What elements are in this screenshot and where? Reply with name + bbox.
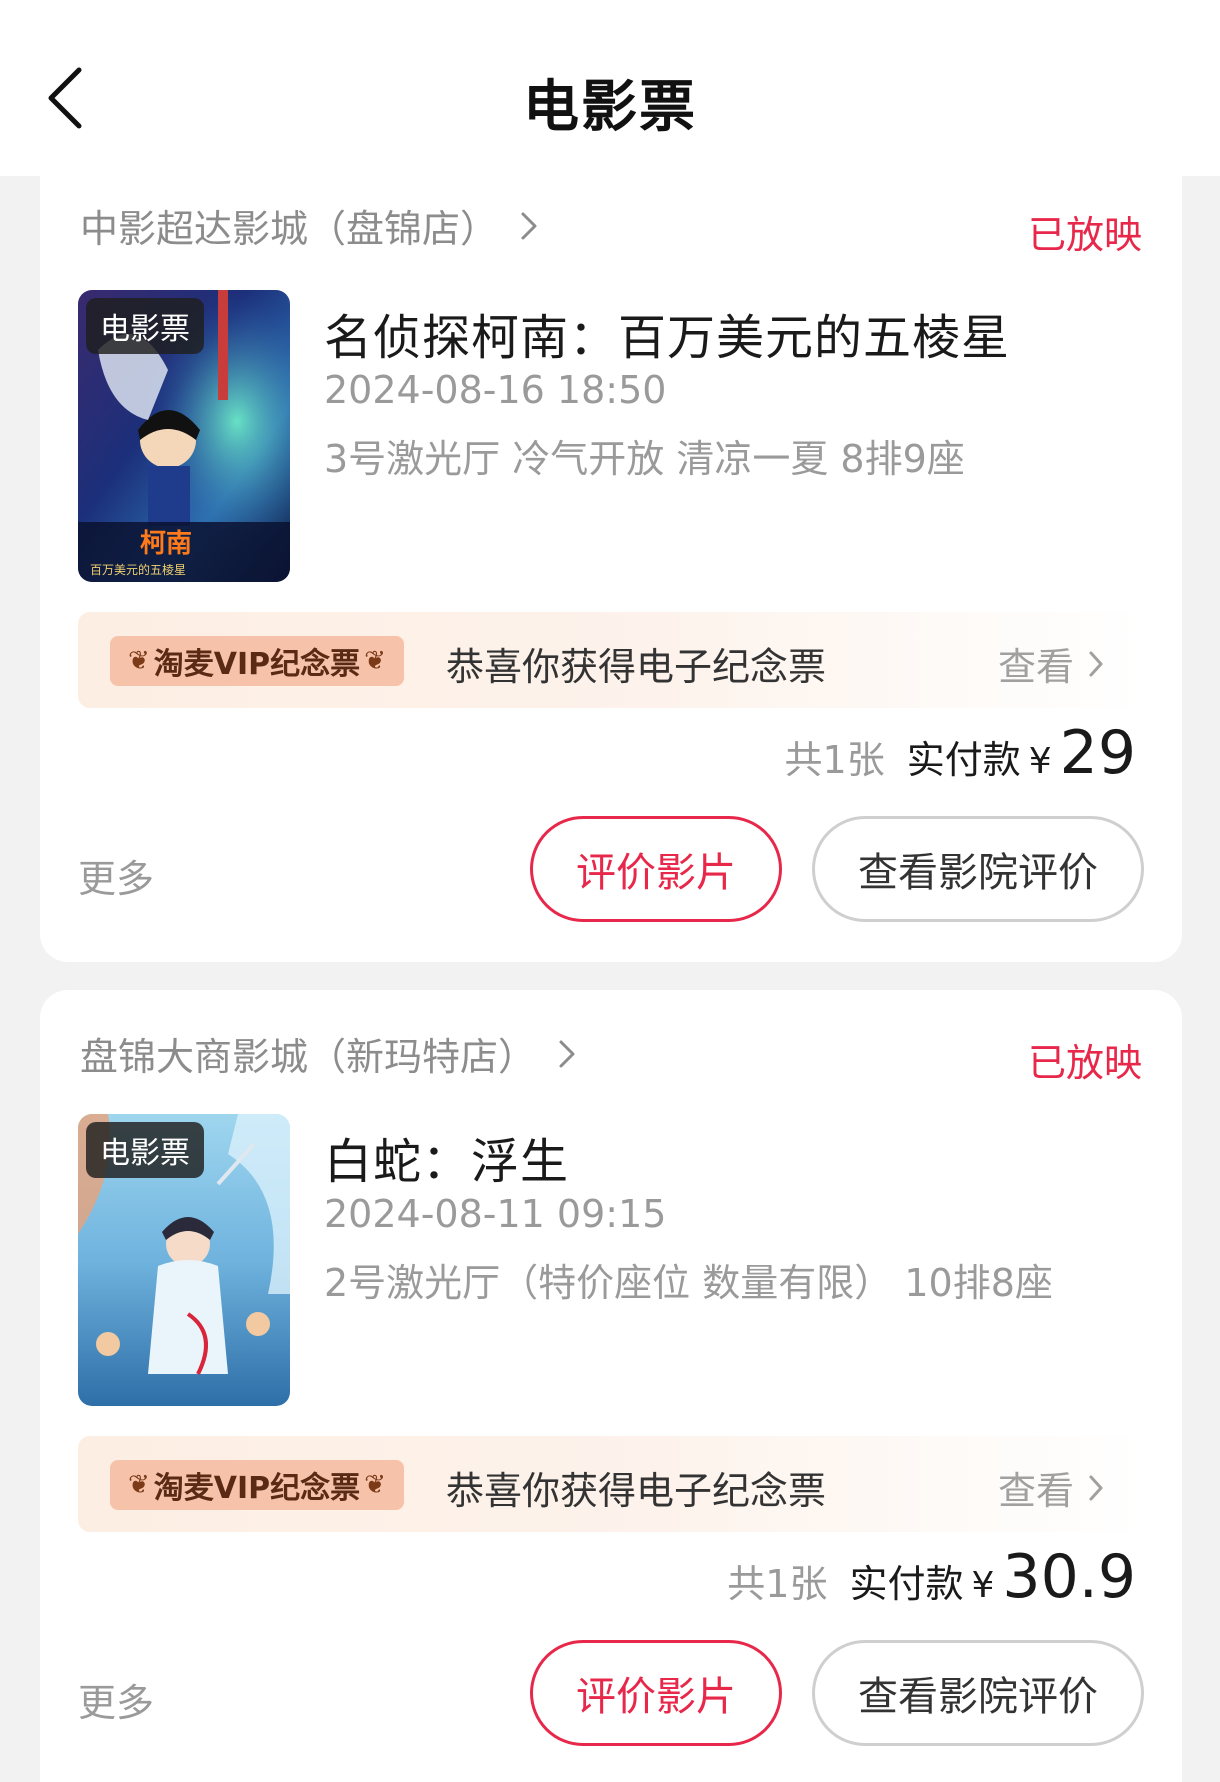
- rate-movie-button[interactable]: 评价影片: [530, 1640, 782, 1746]
- vip-badge: ❦ 淘麦VIP纪念票 ❦: [110, 636, 404, 686]
- movie-title: 名侦探柯南：百万美元的五棱星: [324, 310, 1011, 366]
- chevron-right-icon: [520, 211, 538, 241]
- paid-amount: 30.9: [1002, 1542, 1136, 1612]
- vip-view-label: 查看: [997, 645, 1074, 689]
- vip-badge-label: 淘麦VIP纪念票: [153, 1471, 361, 1506]
- vip-souvenir-banner[interactable]: ❦ 淘麦VIP纪念票 ❦ 恭喜你获得电子纪念票 查看: [78, 1436, 1144, 1532]
- movie-poster[interactable]: 柯南 百万美元的五棱星 电影票: [78, 290, 290, 582]
- ticket-count: 共1张: [727, 1562, 828, 1606]
- cinema-name: 盘锦大商影城（新玛特店）: [80, 1035, 537, 1079]
- laurel-right-icon: ❦: [364, 1470, 386, 1500]
- ticket-count: 共1张: [784, 738, 885, 782]
- status-badge: 已放映: [1027, 1041, 1142, 1085]
- laurel-left-icon: ❦: [128, 1470, 150, 1500]
- movie-poster[interactable]: 电影票: [78, 1114, 290, 1406]
- page-title: 电影票: [523, 75, 697, 140]
- cinema-review-button[interactable]: 查看影院评价: [812, 816, 1144, 922]
- more-button[interactable]: 更多: [78, 848, 154, 903]
- poster-tag: 电影票: [86, 298, 204, 354]
- vip-view-link[interactable]: 查看: [998, 636, 1104, 691]
- vip-souvenir-banner[interactable]: ❦ 淘麦VIP纪念票 ❦ 恭喜你获得电子纪念票 查看: [78, 612, 1144, 708]
- chevron-right-icon: [558, 1039, 576, 1069]
- cinema-name: 中影超达影城（盘锦店）: [80, 207, 499, 251]
- laurel-right-icon: ❦: [364, 646, 386, 676]
- vip-text: 恭喜你获得电子纪念票: [446, 645, 827, 689]
- vip-text: 恭喜你获得电子纪念票: [446, 1469, 827, 1513]
- poster-tag: 电影票: [86, 1122, 204, 1178]
- price-row: 共1张 实付款 ¥ 30.9: [727, 1542, 1136, 1612]
- rate-movie-button[interactable]: 评价影片: [530, 816, 782, 922]
- svg-text:百万美元的五棱星: 百万美元的五棱星: [90, 562, 186, 577]
- seat-info: 3号激光厅 冷气开放 清凉一夏 8排9座: [324, 437, 965, 481]
- currency-symbol: ¥: [971, 1565, 995, 1606]
- vip-view-link[interactable]: 查看: [998, 1460, 1104, 1515]
- svg-text:柯南: 柯南: [140, 529, 192, 559]
- chevron-right-icon: [1088, 650, 1104, 678]
- showtime: 2024-08-11 09:15: [324, 1192, 667, 1236]
- cinema-link[interactable]: 中影超达影城（盘锦店）: [80, 198, 538, 253]
- order-card: 中影超达影城（盘锦店） 已放映 柯南 百万美元的五棱星 电影票 名侦探柯南：百万…: [40, 150, 1182, 962]
- cinema-link[interactable]: 盘锦大商影城（新玛特店）: [80, 1026, 576, 1081]
- price-row: 共1张 实付款 ¥ 29: [785, 718, 1136, 788]
- seat-info: 2号激光厅（特价座位 数量有限） 10排8座: [324, 1261, 1053, 1305]
- status-badge: 已放映: [1027, 213, 1142, 257]
- vip-badge: ❦ 淘麦VIP纪念票 ❦: [110, 1460, 404, 1510]
- cinema-review-button[interactable]: 查看影院评价: [812, 1640, 1144, 1746]
- paid-label: 实付款: [906, 738, 1021, 782]
- movie-title: 白蛇：浮生: [324, 1134, 570, 1190]
- vip-badge-label: 淘麦VIP纪念票: [153, 647, 361, 682]
- paid-label: 实付款: [849, 1562, 964, 1606]
- order-card: 盘锦大商影城（新玛特店） 已放映 电影票 白蛇：浮生 2024-08-11 09…: [40, 990, 1182, 1782]
- currency-symbol: ¥: [1028, 741, 1052, 782]
- showtime: 2024-08-16 18:50: [324, 368, 667, 412]
- more-button[interactable]: 更多: [78, 1672, 154, 1727]
- top-bar: 电影票: [0, 0, 1220, 176]
- laurel-left-icon: ❦: [128, 646, 150, 676]
- vip-view-label: 查看: [997, 1469, 1074, 1513]
- paid-amount: 29: [1059, 718, 1136, 788]
- chevron-right-icon: [1088, 1474, 1104, 1502]
